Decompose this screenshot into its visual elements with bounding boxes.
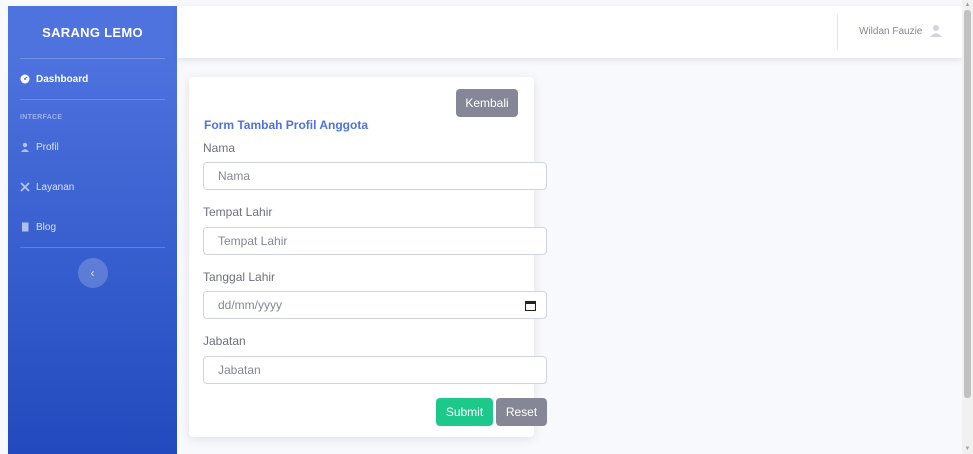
tachometer-icon bbox=[20, 74, 30, 84]
file-icon bbox=[20, 222, 30, 232]
tempat-lahir-input[interactable]: Tempat Lahir bbox=[203, 227, 547, 255]
sidebar-item-dashboard[interactable]: Dashboard bbox=[8, 59, 177, 99]
page-scrollbar[interactable]: ▲ ▼ bbox=[962, 0, 973, 454]
sidebar-toggle-button[interactable]: ‹ bbox=[77, 258, 108, 288]
reset-button[interactable]: Reset bbox=[496, 398, 547, 426]
tanggal-lahir-input[interactable]: dd/mm/yyyy bbox=[203, 291, 547, 319]
sidebar-divider bbox=[20, 247, 165, 248]
topbar: Wildan Fauzie bbox=[177, 6, 962, 58]
tools-icon bbox=[20, 182, 30, 192]
back-button[interactable]: Kembali bbox=[456, 89, 518, 117]
sidebar-item-blog[interactable]: Blog bbox=[8, 207, 177, 247]
user-name[interactable]: Wildan Fauzie bbox=[859, 26, 922, 37]
sidebar: SARANG LEMO Dashboard INTERFACE Profil L… bbox=[8, 6, 177, 454]
scroll-down-icon[interactable]: ▼ bbox=[962, 446, 973, 452]
jabatan-label: Jabatan bbox=[203, 334, 246, 348]
scroll-thumb[interactable] bbox=[964, 10, 971, 398]
calendar-icon[interactable] bbox=[524, 300, 537, 314]
scroll-up-icon[interactable]: ▲ bbox=[962, 2, 973, 8]
submit-button[interactable]: Submit bbox=[436, 398, 493, 426]
date-placeholder: dd/mm/yyyy bbox=[218, 298, 283, 312]
sidebar-item-label: Blog bbox=[36, 221, 57, 233]
sidebar-item-label: Dashboard bbox=[36, 73, 89, 85]
form-card: Kembali Form Tambah Profil Anggota Nama … bbox=[189, 77, 547, 437]
topbar-divider bbox=[837, 14, 838, 50]
sidebar-item-layanan[interactable]: Layanan bbox=[8, 167, 177, 207]
user-avatar-icon[interactable] bbox=[929, 24, 943, 43]
sidebar-item-profil[interactable]: Profil bbox=[8, 127, 177, 167]
sidebar-heading: INTERFACE bbox=[20, 114, 63, 121]
nama-input[interactable]: Nama bbox=[203, 162, 547, 190]
sidebar-item-label: Layanan bbox=[36, 181, 75, 193]
brand-title[interactable]: SARANG LEMO bbox=[8, 6, 177, 58]
tempat-lahir-label: Tempat Lahir bbox=[203, 205, 273, 219]
sidebar-item-label: Profil bbox=[36, 141, 59, 153]
jabatan-input[interactable]: Jabatan bbox=[203, 356, 547, 384]
nama-label: Nama bbox=[203, 141, 236, 155]
tanggal-lahir-label: Tanggal Lahir bbox=[203, 270, 276, 284]
user-icon bbox=[20, 142, 30, 152]
form-title: Form Tambah Profil Anggota bbox=[204, 118, 368, 132]
